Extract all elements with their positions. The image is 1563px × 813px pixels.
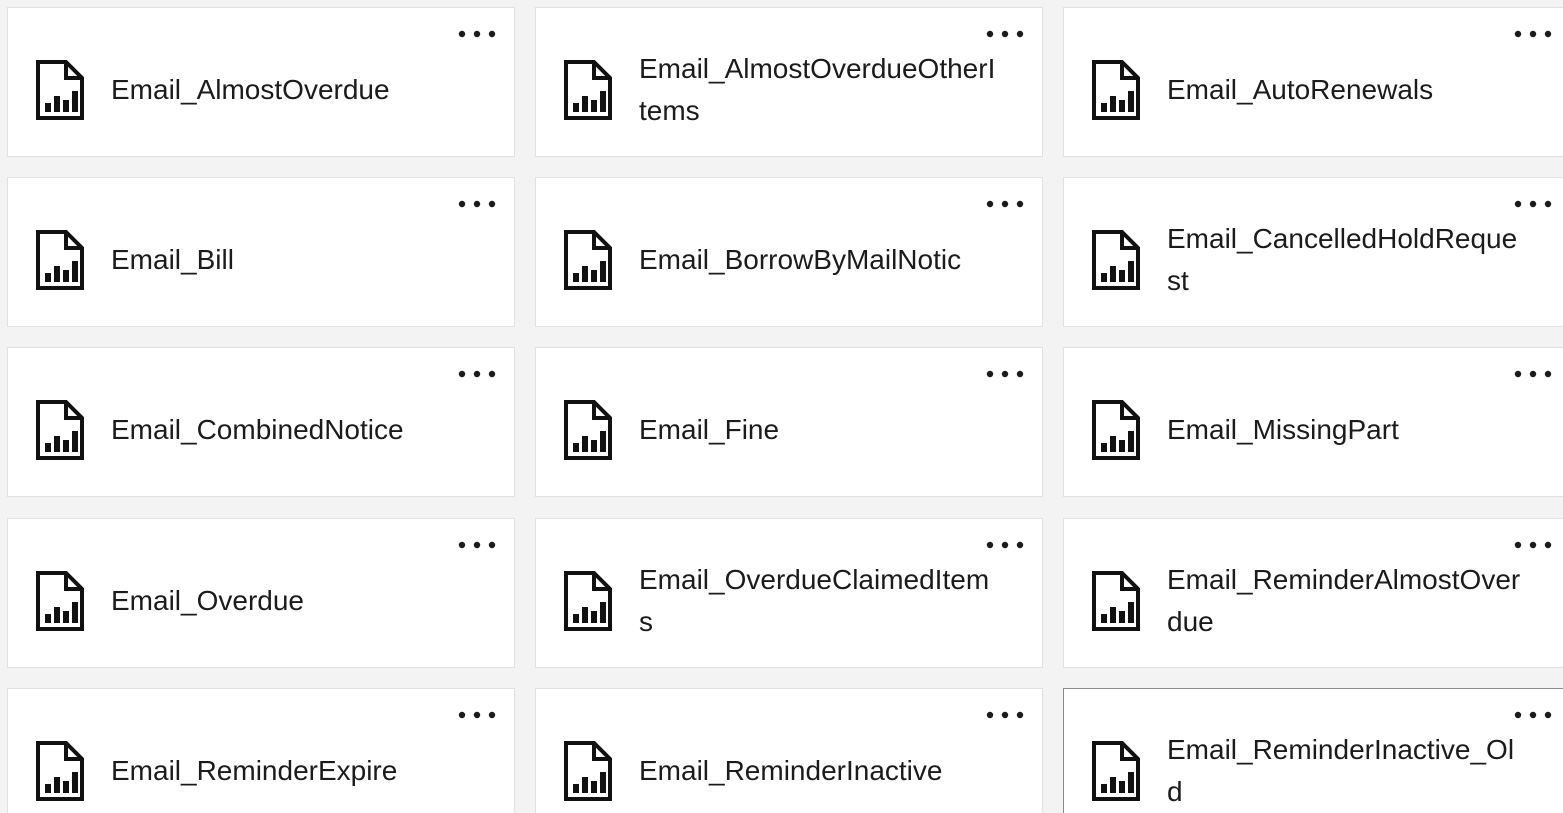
report-name: Email_ReminderInactive [639, 755, 943, 786]
report-tile[interactable]: Email_OverdueClaimedItems [535, 518, 1043, 668]
more-options-button[interactable] [1511, 22, 1555, 46]
report-name: Email_Bill [111, 244, 234, 275]
report-file-icon [34, 739, 86, 803]
more-options-button[interactable] [455, 362, 499, 386]
report-name: Email_ReminderAlmostOverdue [1167, 564, 1521, 637]
report-name: Email_CombinedNotice [111, 414, 404, 445]
report-file-icon [34, 58, 86, 122]
report-tile[interactable]: Email_ReminderInactive_Old [1063, 688, 1563, 813]
report-name: Email_AutoRenewals [1167, 74, 1434, 105]
report-tile[interactable]: Email_Overdue [7, 518, 515, 668]
report-tile[interactable]: Email_ReminderExpire [7, 688, 515, 813]
more-options-button[interactable] [983, 22, 1027, 46]
more-options-button[interactable] [1511, 703, 1555, 727]
report-tile[interactable]: Email_AutoRenewals [1063, 7, 1563, 157]
more-options-button[interactable] [1511, 192, 1555, 216]
report-tile[interactable]: Email_Bill [7, 177, 515, 327]
report-file-icon [1090, 739, 1142, 803]
more-options-button[interactable] [455, 533, 499, 557]
more-options-button[interactable] [983, 703, 1027, 727]
more-options-icon [1514, 200, 1552, 208]
report-file-icon [1090, 569, 1142, 633]
more-options-icon [986, 370, 1024, 378]
report-tile[interactable]: Email_CancelledHoldRequest [1063, 177, 1563, 327]
report-file-icon [34, 398, 86, 462]
report-file-icon [562, 739, 614, 803]
more-options-icon [986, 541, 1024, 549]
more-options-button[interactable] [983, 192, 1027, 216]
more-options-button[interactable] [455, 192, 499, 216]
report-tile[interactable]: Email_MissingPart [1063, 347, 1563, 497]
report-file-icon [1090, 398, 1142, 462]
more-options-icon [1514, 370, 1552, 378]
report-file-icon [562, 228, 614, 292]
report-tile-grid: Email_AlmostOverdue Email_AlmostOverdueOt… [0, 0, 1563, 813]
report-tile[interactable]: Email_ReminderInactive [535, 688, 1043, 813]
more-options-icon [458, 370, 496, 378]
more-options-button[interactable] [983, 533, 1027, 557]
report-name: Email_Fine [639, 414, 780, 445]
more-options-icon [986, 200, 1024, 208]
report-file-icon [562, 398, 614, 462]
report-file-icon [562, 58, 614, 122]
more-options-button[interactable] [1511, 533, 1555, 557]
more-options-icon [986, 30, 1024, 38]
more-options-icon [1514, 30, 1552, 38]
report-name: Email_ReminderInactive_Old [1167, 734, 1515, 807]
more-options-button[interactable] [455, 22, 499, 46]
report-tile[interactable]: Email_ReminderAlmostOverdue [1063, 518, 1563, 668]
report-file-icon [34, 228, 86, 292]
report-tile[interactable]: Email_AlmostOverdue [7, 7, 515, 157]
report-file-icon [1090, 228, 1142, 292]
more-options-button[interactable] [1511, 362, 1555, 386]
more-options-icon [1514, 711, 1552, 719]
more-options-icon [1514, 541, 1552, 549]
report-name: Email_AlmostOverdue [111, 74, 390, 105]
report-tile[interactable]: Email_AlmostOverdueOtherItems [535, 7, 1043, 157]
report-tile[interactable]: Email_BorrowByMailNotic [535, 177, 1043, 327]
more-options-icon [986, 711, 1024, 719]
report-file-icon [1090, 58, 1142, 122]
more-options-button[interactable] [983, 362, 1027, 386]
more-options-icon [458, 200, 496, 208]
more-options-icon [458, 541, 496, 549]
report-name: Email_AlmostOverdueOtherItems [639, 53, 996, 126]
more-options-icon [458, 711, 496, 719]
report-file-icon [34, 569, 86, 633]
report-name: Email_MissingPart [1167, 414, 1399, 445]
report-name: Email_CancelledHoldRequest [1167, 223, 1518, 296]
report-tile[interactable]: Email_Fine [535, 347, 1043, 497]
report-tile[interactable]: Email_CombinedNotice [7, 347, 515, 497]
report-name: Email_OverdueClaimedItems [639, 564, 990, 637]
report-file-icon [562, 569, 614, 633]
report-name: Email_BorrowByMailNotic [639, 244, 962, 275]
more-options-icon [458, 30, 496, 38]
more-options-button[interactable] [455, 703, 499, 727]
report-name: Email_Overdue [111, 585, 304, 616]
report-name: Email_ReminderExpire [111, 755, 398, 786]
